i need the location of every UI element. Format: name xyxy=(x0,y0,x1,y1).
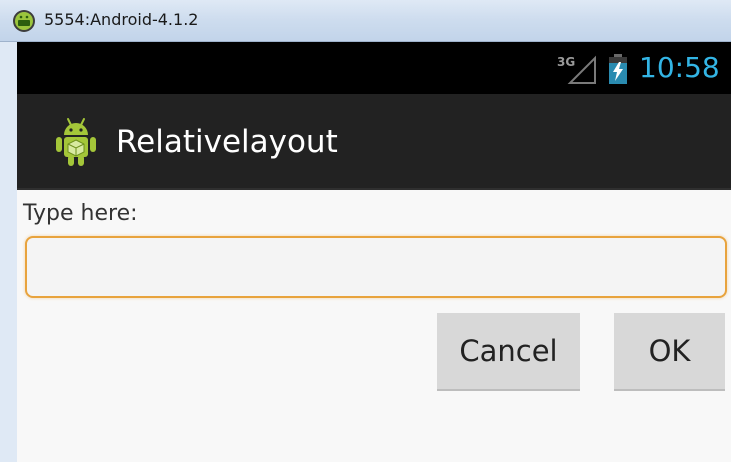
status-clock: 10:58 xyxy=(639,51,720,84)
signal-icon: 3G xyxy=(557,55,596,84)
emulator-screenshot: 5554:Android-4.1.2 3G 10:58 Relativelayo… xyxy=(0,0,731,462)
status-bar: 3G 10:58 xyxy=(17,42,731,94)
action-bar: Relativelayout xyxy=(17,94,731,190)
app-title: Relativelayout xyxy=(116,124,338,160)
ok-button[interactable]: OK xyxy=(614,313,725,391)
entry-text-field[interactable] xyxy=(25,236,727,298)
emulator-titlebar[interactable]: 5554:Android-4.1.2 xyxy=(0,0,731,42)
relative-layout-content: Type here: Cancel OK xyxy=(17,190,731,462)
network-type-label: 3G xyxy=(557,55,575,69)
emulator-window-title: 5554:Android-4.1.2 xyxy=(44,10,199,29)
android-device-screen: 3G 10:58 Relativelayout Type here: Cance… xyxy=(17,42,731,462)
battery-charging-icon xyxy=(609,54,627,84)
android-robot-icon[interactable] xyxy=(51,116,101,168)
cancel-button[interactable]: Cancel xyxy=(437,313,580,391)
android-emulator-icon xyxy=(13,10,35,32)
type-here-label: Type here: xyxy=(23,201,138,226)
